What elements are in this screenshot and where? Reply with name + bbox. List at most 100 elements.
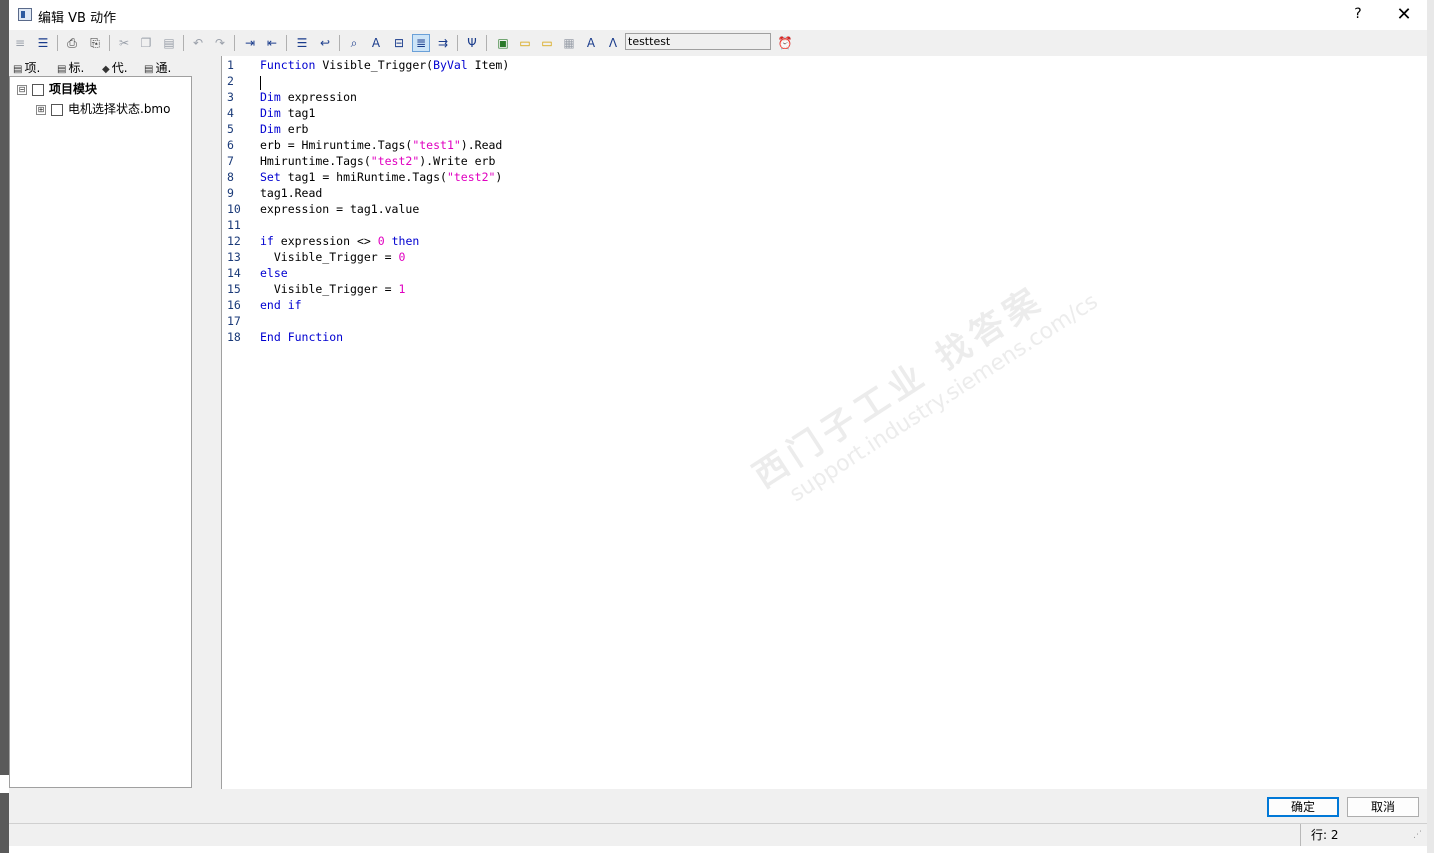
resize-grip-icon[interactable]: ⋰ [1413,831,1425,844]
syntax-check-icon[interactable]: Ψ [463,34,481,52]
compile-icon[interactable]: Λ [604,34,622,52]
background-window-fragment [0,775,9,793]
trigger-clock-icon[interactable]: ⏰ [776,34,794,52]
code-token: ).Read [460,138,503,152]
add-file-icon[interactable]: ▣ [494,34,512,52]
collapse-icon[interactable]: ⊟ [17,84,27,95]
line-number: 17 [227,314,241,328]
redo-icon[interactable]: ↷ [211,34,229,52]
expand-icon[interactable]: ⊞ [36,104,46,115]
keyword-token: End Function [260,330,344,344]
keyword-token: end if [260,298,302,312]
tab-code-icon: ◆ [102,64,110,75]
next-bookmark-icon[interactable]: ⇉ [434,34,452,52]
trigger-tag-field[interactable] [625,33,771,50]
line-code: erb = Hmiruntime.Tags("test1").Read [260,138,502,152]
code-token: erb [280,122,309,136]
line-number: 16 [227,298,241,312]
toolbar-separator [457,35,458,51]
toolbar-separator [57,35,58,51]
tab-project[interactable]: ▤ 项. [13,59,40,75]
line-number: 7 [227,154,234,168]
code-token: Item) [467,58,510,72]
align-right-icon[interactable]: ☰ [293,34,311,52]
open-folder-icon[interactable]: ▭ [516,34,534,52]
undo-icon[interactable]: ↶ [189,34,207,52]
tab-project-icon: ▤ [13,64,23,75]
tab-standard-icon: ▤ [57,64,67,75]
tab-general-label: 通. [155,61,172,75]
line-number: 12 [227,234,241,248]
background-window-strip [0,0,9,853]
font-icon[interactable]: A [582,34,600,52]
toolbar: ≡ ☰ ⎙ ⎘ ✂ ❐ ▤ ↶ ↷ ⇥ ⇤ ☰ ↩ ⌕ A ⊟ ≣ ⇉ Ψ ▣ … [9,31,1427,55]
line-number: 11 [227,218,241,232]
keyword-token: ByVal [433,58,468,72]
tree-root-project-modules[interactable]: ⊟ 项目模块 [17,80,97,96]
outdent-icon[interactable]: ⇤ [263,34,281,52]
line-code: End Function [260,330,343,344]
code-token: Visible_Trigger = [260,250,399,264]
project-tree: ⊟ 项目模块 ⊞ 电机选择状态.bmo [9,76,192,788]
line-code: Dim tag1 [260,106,315,120]
find-icon[interactable]: ⌕ [345,34,363,52]
bookmark-icon[interactable]: ⊟ [390,34,408,52]
tab-general[interactable]: ▤ 通. [144,59,171,75]
code-token: tag1.Read [260,186,323,200]
tab-standard-label: 标. [68,61,85,75]
tab-code-label: 代. [111,61,128,75]
text-caret [260,76,261,90]
indent-icon[interactable]: ⇥ [241,34,259,52]
code-token: expression [280,90,357,104]
code-token: expression <> [273,234,378,248]
toggle-bookmark-icon[interactable]: ≣ [412,34,430,52]
print-preview-icon[interactable]: ⎘ [86,34,104,52]
cursor-position: 行: 2 [1300,824,1421,846]
replace-icon[interactable]: A [367,34,385,52]
code-token: Visible_Trigger = [260,282,399,296]
keyword-token: Dim [260,122,281,136]
edit-vb-action-dialog: 编辑 VB 动作 ? ✕ ≡ ☰ ⎙ ⎘ ✂ ❐ ▤ ↶ ↷ ⇥ ⇤ ☰ ↩ ⌕… [9,0,1427,853]
cancel-button[interactable]: 取消 [1347,797,1419,817]
new-folder-icon[interactable]: ▭ [538,34,556,52]
tab-code[interactable]: ◆ 代. [102,59,128,75]
line-number: 18 [227,330,241,344]
line-number: 10 [227,202,241,216]
align-left-icon[interactable]: ☰ [34,34,52,52]
line-code: Function Visible_Trigger(ByVal Item) [260,58,509,72]
tree-item-module-file[interactable]: ⊞ 电机选择状态.bmo [36,100,170,116]
code-token: Hmiruntime.Tags( [260,154,371,168]
status-bar: 行: 2 ⋰ [9,823,1427,846]
module-icon[interactable]: ▦ [560,34,578,52]
line-number: 4 [227,106,234,120]
wrap-icon[interactable]: ↩ [316,34,334,52]
paste-icon[interactable]: ▤ [160,34,178,52]
code-token: Visible_Trigger( [315,58,434,72]
cut-icon[interactable]: ✂ [115,34,133,52]
line-number: 5 [227,122,234,136]
script-file-icon [51,103,63,116]
close-button[interactable]: ✕ [1387,4,1421,26]
literal-token: "test2" [370,154,420,168]
copy-icon[interactable]: ❐ [137,34,155,52]
line-code: end if [260,298,302,312]
help-button[interactable]: ? [1343,6,1373,24]
keyword-token: then [391,234,420,248]
module-folder-icon [32,83,44,96]
menu-icon[interactable]: ≡ [11,34,29,52]
app-icon [18,8,32,21]
line-number: 15 [227,282,241,296]
toolbar-separator [183,35,184,51]
line-number: 8 [227,170,234,184]
watermark-line2: support.industry.siemens.com/cs [785,289,1103,508]
code-editor[interactable]: 西门子工业 找答案 support.industry.siemens.com/c… [221,56,1427,789]
toolbar-separator [486,35,487,51]
title-bar: 编辑 VB 动作 ? ✕ [9,0,1427,30]
print-icon[interactable]: ⎙ [63,34,81,52]
code-token: expression = tag1.value [260,202,420,216]
code-token: erb = Hmiruntime.Tags( [260,138,413,152]
line-code: Dim expression [260,90,357,104]
ok-button[interactable]: 确定 [1267,797,1339,817]
tab-standard[interactable]: ▤ 标. [57,59,84,75]
